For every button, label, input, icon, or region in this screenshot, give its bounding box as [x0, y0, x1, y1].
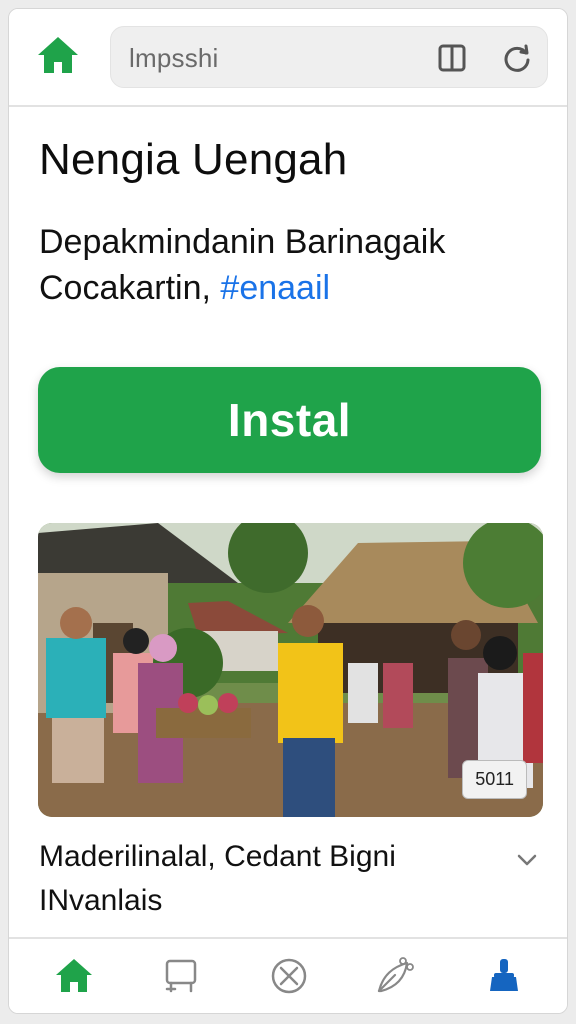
nav-crop[interactable]: [161, 955, 203, 997]
page-title: Nengia Uengah: [39, 135, 348, 184]
hashtag-link[interactable]: #enaail: [220, 269, 330, 307]
app-frame: lmpsshi Nengia Uengah Depakmindanin Bari…: [8, 8, 568, 1014]
reload-icon: [504, 44, 530, 72]
nav-home[interactable]: [53, 955, 95, 997]
url-bar[interactable]: lmpsshi: [110, 26, 548, 88]
install-button[interactable]: Instal: [38, 367, 541, 473]
photo-caption: Maderilinalal, Cedant Bigni INvanlais: [39, 840, 396, 917]
nav-share[interactable]: [373, 955, 415, 997]
url-text[interactable]: lmpsshi: [129, 43, 219, 74]
nav-brush[interactable]: [483, 955, 525, 997]
photo-badge: 5011: [462, 760, 527, 799]
reload-button[interactable]: [501, 42, 533, 74]
home-icon: [56, 959, 92, 992]
home-icon: [38, 37, 78, 73]
bottom-nav: [9, 937, 567, 1013]
tabs-icon: [438, 44, 466, 72]
expand-button[interactable]: [514, 847, 540, 873]
village-photo: 5011: [38, 523, 543, 817]
install-label: Instal: [227, 394, 352, 446]
share-leaf-icon: [377, 957, 414, 993]
crop-icon: [165, 959, 197, 993]
cancel-icon: [271, 958, 307, 994]
page-description: Depakmindanin Barinagaik Cocakartin, #en…: [39, 219, 539, 311]
chevron-down-icon: [517, 854, 537, 866]
home-button[interactable]: [35, 33, 81, 79]
brush-icon: [490, 959, 518, 991]
nav-cancel[interactable]: [268, 955, 310, 997]
top-bar: lmpsshi: [9, 9, 567, 107]
tabs-button[interactable]: [436, 42, 468, 74]
